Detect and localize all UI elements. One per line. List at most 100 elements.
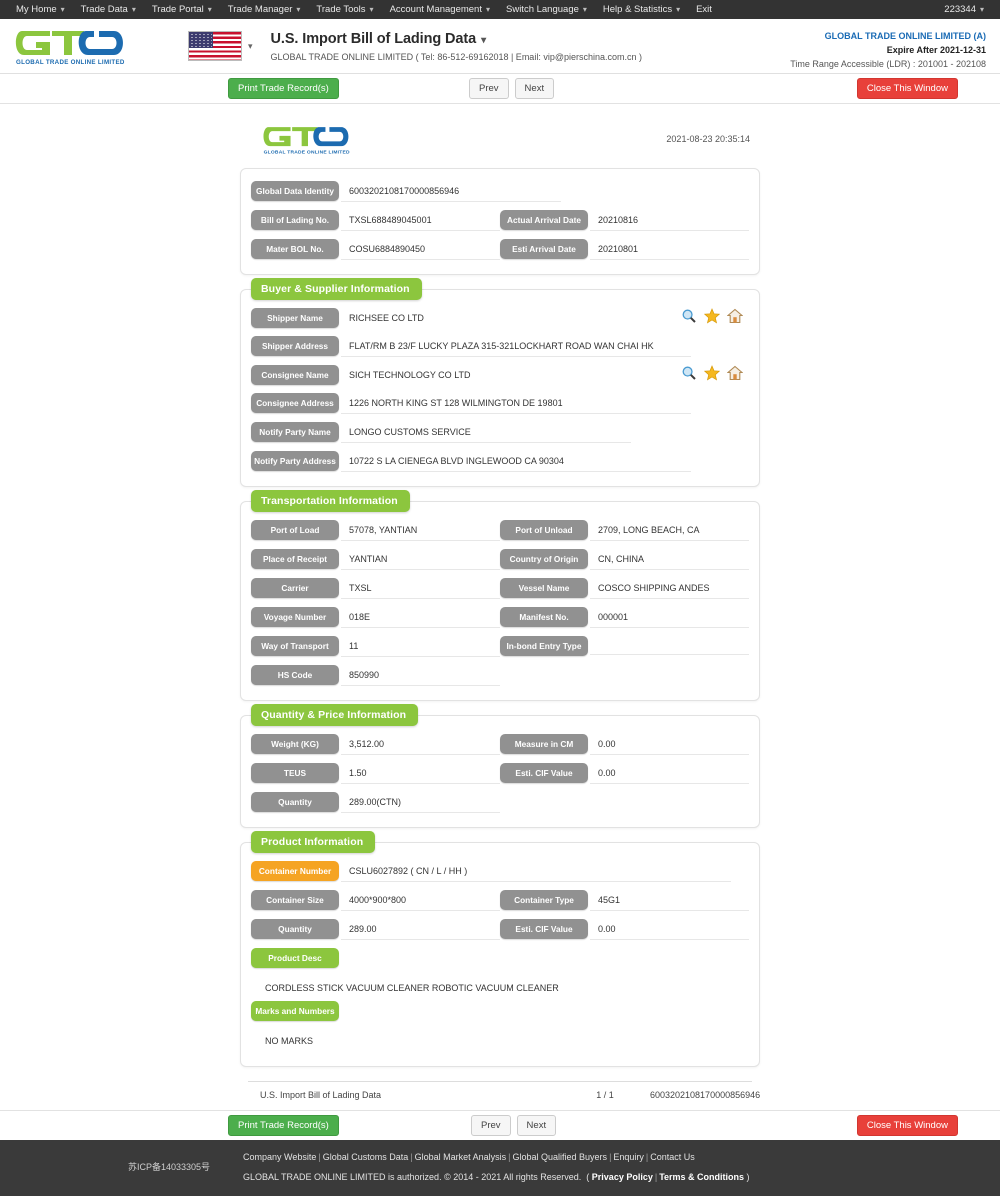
svg-text:GLOBAL TRADE ONLINE LIMITED: GLOBAL TRADE ONLINE LIMITED: [264, 149, 350, 155]
print-trade-records-button-bottom[interactable]: Print Trade Record(s): [228, 1115, 339, 1136]
page-title-block: U.S. Import Bill of Lading Data ▾ GLOBAL …: [271, 31, 642, 62]
field-consignee-address: Consignee Address 1226 NORTH KING ST 128…: [251, 393, 749, 414]
field-product-desc: Product Desc: [251, 948, 749, 968]
footer-link-global-market-analysis[interactable]: Global Market Analysis: [415, 1152, 507, 1162]
nav-item-trade-data[interactable]: Trade Data ▾: [73, 0, 144, 19]
footer-link-contact-us[interactable]: Contact Us: [650, 1152, 695, 1162]
footer-link-terms-conditions[interactable]: Terms & Conditions: [659, 1172, 744, 1182]
next-button[interactable]: Next: [514, 78, 555, 99]
section-title-transportation: Transportation Information: [251, 490, 410, 512]
label-consignee-address: Consignee Address: [251, 393, 339, 413]
chevron-down-icon: ▾: [481, 34, 486, 46]
top-navigation-bar: My Home ▾ Trade Data ▾ Trade Portal ▾ Trade…: [0, 0, 1000, 19]
row-container-size-type: Container Size 4000*900*800 Container Ty…: [251, 890, 749, 911]
row-receipt-origin: Place of Receipt YANTIAN Country of Orig…: [251, 549, 749, 570]
country-selector[interactable]: ▾: [188, 31, 253, 61]
chevron-down-icon: ▾: [676, 5, 681, 14]
footer-link-enquiry[interactable]: Enquiry: [613, 1152, 644, 1162]
chevron-down-icon: ▾: [60, 5, 65, 14]
value-notify-party-address: 10722 S LA CIENEGA BLVD INGLEWOOD CA 903…: [341, 451, 691, 472]
nav-item-trade-portal[interactable]: Trade Portal ▾: [144, 0, 220, 19]
field-marks-and-numbers: Marks and Numbers: [251, 1001, 749, 1021]
field-shipper-address: Shipper Address FLAT/RM B 23/F LUCKY PLA…: [251, 336, 749, 357]
value-esti-cif-value: 0.00: [590, 763, 749, 784]
user-account-menu[interactable]: 223344 ▾: [936, 0, 992, 19]
nav-label: Trade Tools: [316, 4, 366, 15]
favorite-star-icon[interactable]: [704, 365, 720, 381]
account-company-name[interactable]: GLOBAL TRADE ONLINE LIMITED (A): [790, 29, 986, 43]
label-master-bol-no: Mater BOL No.: [251, 239, 339, 259]
section-title-product: Product Information: [251, 831, 376, 853]
page-title[interactable]: U.S. Import Bill of Lading Data ▾: [271, 31, 642, 47]
field-inbond-entry-type: In-bond Entry Type: [500, 636, 749, 656]
label-weight: Weight (KG): [251, 734, 339, 754]
page-title-text: U.S. Import Bill of Lading Data: [270, 30, 477, 47]
nav-item-trade-tools[interactable]: Trade Tools ▾: [308, 0, 381, 19]
label-notify-party-name: Notify Party Name: [251, 422, 339, 442]
footer-link-global-qualified-buyers[interactable]: Global Qualified Buyers: [513, 1152, 608, 1162]
row-marks-label: Marks and Numbers: [251, 1001, 749, 1021]
page-header: GLOBAL TRADE ONLINE LIMITED ▾ U.S. Impor…: [0, 19, 1000, 74]
home-company-icon[interactable]: [727, 308, 743, 324]
shipper-action-icons: [681, 308, 743, 324]
label-shipper-name: Shipper Name: [251, 308, 339, 328]
label-measure-in-cm: Measure in CM: [500, 734, 588, 754]
value-way-of-transport: 11: [341, 636, 500, 657]
field-quantity: Quantity 289.00(CTN): [251, 792, 500, 813]
document-sheet: GLOBAL TRADE ONLINE LIMITED 2021-08-23 2…: [240, 114, 760, 1110]
icp-license-number[interactable]: 苏ICP备14033305号: [128, 1160, 210, 1173]
search-icon[interactable]: [681, 308, 697, 324]
close-window-button[interactable]: Close This Window: [856, 78, 958, 99]
nav-item-exit[interactable]: Exit: [688, 0, 720, 19]
prev-button[interactable]: Prev: [469, 78, 509, 99]
label-marks-and-numbers: Marks and Numbers: [251, 1001, 339, 1021]
field-way-of-transport: Way of Transport 11: [251, 636, 500, 657]
nav-item-my-home[interactable]: My Home ▾: [8, 0, 73, 19]
nav-label: My Home: [16, 4, 57, 15]
label-teus: TEUS: [251, 763, 339, 783]
label-esti-arrival-date: Esti Arrival Date: [500, 239, 588, 259]
chevron-down-icon: ▾: [296, 5, 301, 14]
nav-item-account-management[interactable]: Account Management ▾: [382, 0, 498, 19]
value-hs-code: 850990: [341, 665, 500, 686]
account-time-range: Time Range Accessible (LDR) : 201001 - 2…: [790, 59, 986, 69]
label-actual-arrival-date: Actual Arrival Date: [500, 210, 588, 230]
us-flag-icon: [188, 31, 242, 61]
product-information-card: Product Information Container Number CSL…: [240, 831, 760, 1067]
value-consignee-address: 1226 NORTH KING ST 128 WILMINGTON DE 198…: [341, 393, 691, 414]
footer-link-global-customs-data[interactable]: Global Customs Data: [323, 1152, 409, 1162]
field-weight: Weight (KG) 3,512.00: [251, 734, 500, 755]
field-global-data-identity: Global Data Identity 6003202108170000856…: [251, 181, 749, 202]
value-vessel-name: COSCO SHIPPING ANDES: [590, 578, 749, 599]
home-company-icon[interactable]: [727, 365, 743, 381]
label-esti-cif-value: Esti. CIF Value: [500, 763, 588, 783]
field-vessel-name: Vessel Name COSCO SHIPPING ANDES: [500, 578, 749, 599]
pagination-controls: Prev Next: [466, 78, 557, 99]
value-voyage-number: 018E: [341, 607, 500, 628]
search-icon[interactable]: [681, 365, 697, 381]
field-voyage-number: Voyage Number 018E: [251, 607, 500, 628]
gto-logo[interactable]: GLOBAL TRADE ONLINE LIMITED: [14, 25, 184, 67]
row-shipper-address: Shipper Address FLAT/RM B 23/F LUCKY PLA…: [251, 336, 749, 357]
nav-item-help-statistics[interactable]: Help & Statistics ▾: [595, 0, 688, 19]
next-button-bottom[interactable]: Next: [516, 1115, 557, 1136]
nav-item-switch-language[interactable]: Switch Language ▾: [498, 0, 595, 19]
field-product-quantity: Quantity 289.00: [251, 919, 500, 940]
document-footer-name: U.S. Import Bill of Lading Data: [260, 1090, 382, 1100]
row-consignee-name: Consignee Name SICH TECHNOLOGY CO LTD: [251, 365, 749, 385]
chevron-down-icon: ▾: [207, 5, 212, 14]
label-notify-party-address: Notify Party Address: [251, 451, 339, 471]
nav-item-trade-manager[interactable]: Trade Manager ▾: [220, 0, 309, 19]
prev-button-bottom[interactable]: Prev: [471, 1115, 511, 1136]
favorite-star-icon[interactable]: [704, 308, 720, 324]
print-trade-records-button[interactable]: Print Trade Record(s): [228, 78, 339, 99]
value-measure-in-cm: 0.00: [590, 734, 749, 755]
value-master-bol-no: COSU6884890450: [341, 239, 500, 260]
field-shipper-name: Shipper Name RICHSEE CO LTD: [251, 308, 749, 328]
close-window-button-bottom[interactable]: Close This Window: [856, 1115, 958, 1136]
label-shipper-address: Shipper Address: [251, 336, 339, 356]
footer-link-privacy-policy[interactable]: Privacy Policy: [592, 1172, 653, 1182]
value-place-of-receipt: YANTIAN: [341, 549, 500, 570]
footer-link-company-website[interactable]: Company Website: [243, 1152, 316, 1162]
label-container-type: Container Type: [500, 890, 588, 910]
